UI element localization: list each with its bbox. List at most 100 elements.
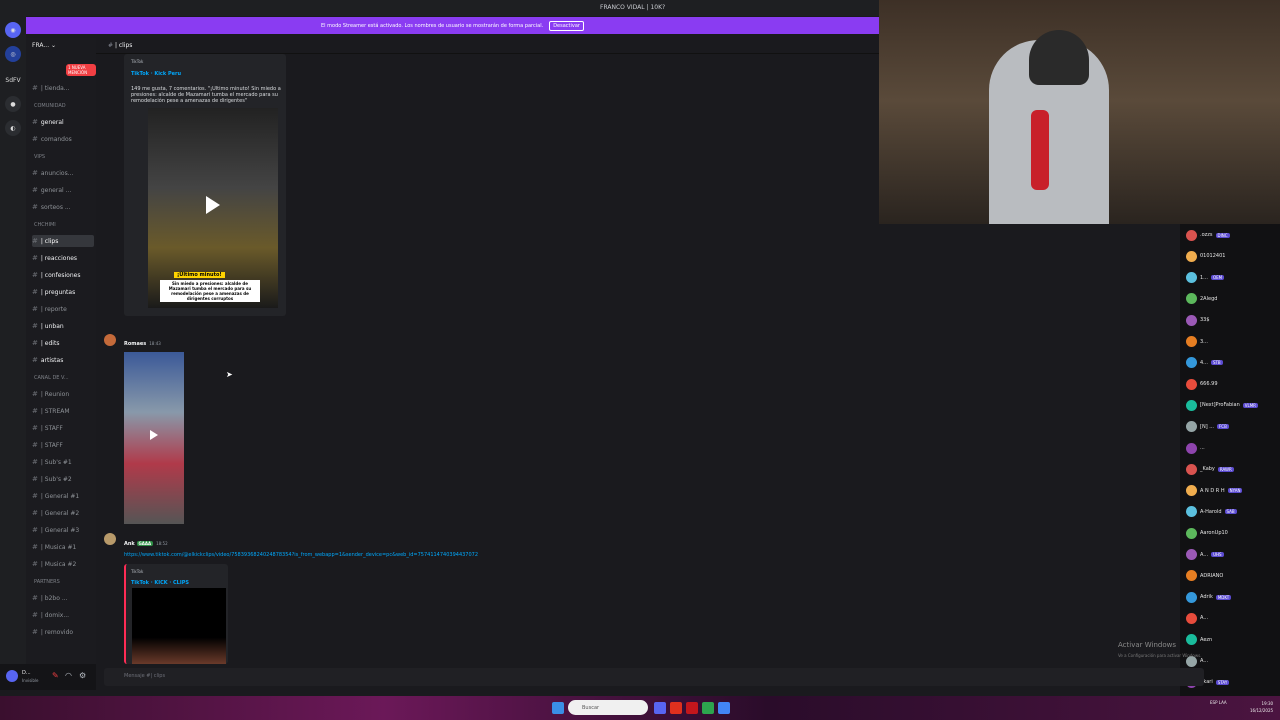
viewer-row[interactable]: 2Alegd [1186,292,1217,306]
play-icon[interactable] [150,430,158,440]
viewer-row[interactable]: _Kaby RAWR [1186,462,1234,476]
sidebar-channel[interactable]: # | reporte [32,303,94,315]
viewer-row[interactable]: 4... STB [1186,356,1223,370]
viewer-row[interactable]: A... UHS [1186,548,1224,562]
sidebar-channel[interactable]: # | General #3 [32,524,94,536]
viewer-row[interactable]: AaronUp10 [1186,526,1228,540]
taskbar-search[interactable]: Buscar [568,700,648,715]
server-label-sdfv[interactable]: SdFV [5,72,21,88]
category-label[interactable]: PARTNERS [34,579,60,585]
sidebar-channel[interactable]: # | removido [32,626,94,638]
category-label[interactable]: COMUNIDAD [34,103,66,109]
sidebar-channel[interactable]: # comandos [32,133,94,145]
viewer-row[interactable]: 666.99 [1186,377,1218,391]
sidebar-channel[interactable]: # | preguntas [32,286,94,298]
viewer-row[interactable]: Aezn [1186,633,1212,647]
sidebar-channel[interactable]: # | Musica #1 [32,541,94,553]
server-header[interactable]: FRA... ⌄ [26,38,96,54]
server-icon-active[interactable]: ◎ [5,46,21,62]
viewer-avatar [1186,442,1197,454]
sidebar-channel[interactable]: # anuncios... [32,167,94,179]
sidebar-channel[interactable]: # | domix... [32,609,94,621]
viewer-row[interactable]: 3... [1186,335,1208,349]
viewer-row[interactable]: [N] ... FCB [1186,420,1229,434]
sidebar-channel[interactable]: # | Sub's #2 [32,473,94,485]
channel-label: | reporte [40,305,67,313]
sidebar-channel[interactable]: # | Reunion [32,388,94,400]
sidebar-channel[interactable]: # | edits [32,337,94,349]
embed-title[interactable]: TikTok · Kick Peru [131,71,181,77]
viewer-badge: DINC [1215,232,1230,238]
sidebar-channel[interactable]: # general [32,116,94,128]
sidebar-channel[interactable]: # | General #2 [32,507,94,519]
discord-home-icon[interactable]: ◉ [5,22,21,38]
embed-title[interactable]: TikTok · KICK · CLIPS [131,580,189,586]
sidebar-channel[interactable]: # artistas [32,354,94,366]
hash-icon: # [32,254,38,262]
server-icon[interactable]: ● [5,96,21,112]
mic-muted-icon[interactable]: ✎ [52,671,59,680]
viewer-badge: OEM [1210,275,1225,281]
video-thumbnail[interactable]: ¡Último minuto! Sin miedo a presiones: a… [148,108,278,308]
sidebar-channel[interactable]: # | unban [32,320,94,332]
category-label[interactable]: VIPS [34,154,45,160]
channel-label: | Musica #2 [40,560,77,568]
video-thumbnail[interactable] [132,588,226,664]
channel-label: | General #3 [40,526,80,534]
user-avatar[interactable] [6,670,18,682]
app-taskbar-icon[interactable] [702,702,714,714]
sidebar-channel[interactable]: # | General #1 [32,490,94,502]
viewer-avatar [1186,527,1197,539]
app-taskbar-icon[interactable] [670,702,682,714]
sidebar-channel[interactable]: # | reacciones [32,252,94,264]
settings-gear-icon[interactable]: ⚙ [79,671,86,680]
server-icon[interactable]: ◐ [5,120,21,136]
message-input[interactable]: Mensaje #| clips [104,668,1204,686]
tiktok-link[interactable]: https://www.tiktok.com/@elkickclips/vide… [124,552,478,558]
viewer-row[interactable]: [Next]ProFabian VLMR [1186,398,1258,412]
viewer-row[interactable]: A... [1186,611,1208,625]
viewer-row[interactable]: .ozzs DINC [1186,228,1230,242]
tiktok-embed: TikTok TikTok · Kick Peru 149 me gusta, … [124,54,286,316]
avatar[interactable] [104,533,116,545]
category-label[interactable]: CANAL DE V... [34,375,69,381]
sidebar-channel[interactable]: # sorteos ... [32,201,94,213]
category-label[interactable]: CHCHIMI [34,222,56,228]
sidebar-channel[interactable]: # | Musica #2 [32,558,94,570]
sidebar-channel[interactable]: # | STAFF [32,422,94,434]
taskbar-clock[interactable]: 19:30 16/12/2025 [1250,700,1273,714]
message-author[interactable]: Romaes 18:43 [124,341,161,347]
viewer-row[interactable]: A N D R H NYAN [1186,484,1243,498]
mention-badge[interactable]: 1 NUEVA MENCIÓN [66,64,96,76]
viewer-row[interactable]: 01012401 [1186,249,1225,263]
sidebar-channel[interactable]: # | b2bo ... [32,592,94,604]
sidebar-channel[interactable]: # general ... [32,184,94,196]
viewer-row[interactable]: 33$ [1186,313,1210,327]
avatar[interactable] [104,334,116,346]
headphones-icon[interactable]: ◠ [65,671,72,680]
hash-icon: # [32,118,38,126]
viewer-row[interactable]: Adrik MDKT [1186,590,1232,604]
discord-taskbar-icon[interactable] [654,702,666,714]
sidebar-channel[interactable]: # | STREAM [32,405,94,417]
viewer-row[interactable]: ... [1186,441,1205,455]
chrome-taskbar-icon[interactable] [718,702,730,714]
viewer-row[interactable]: ADRIANO [1186,569,1223,583]
message-author[interactable]: Ank GAAA 18:52 [124,541,168,547]
sidebar-channel[interactable]: # | confesiones [32,269,94,281]
start-icon[interactable] [552,702,564,714]
viewer-name: 666.99 [1200,381,1218,388]
sidebar-channel[interactable]: # | tienda... [32,82,94,94]
play-icon[interactable] [206,196,220,214]
viewer-row[interactable]: 1... OEM [1186,271,1225,285]
taskbar-lang[interactable]: ESP LAA [1210,700,1227,706]
deactivate-button[interactable]: Desactivar [549,20,584,31]
hash-icon: # [32,169,38,177]
sidebar-channel[interactable]: # | Sub's #1 [32,456,94,468]
sidebar-channel[interactable]: # | STAFF [32,439,94,451]
sidebar-channel[interactable]: # | clips [32,235,94,247]
viewer-name: A... [1200,615,1209,622]
viewer-row[interactable]: A-Harold SAB [1186,505,1237,519]
video-attachment[interactable] [124,352,184,524]
app-taskbar-icon[interactable] [686,702,698,714]
